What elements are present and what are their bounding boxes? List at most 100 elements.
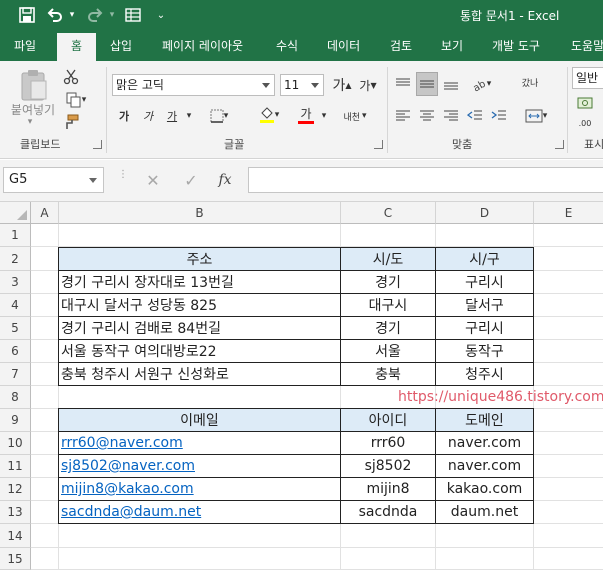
table-cell[interactable]: 경기 구리시 장자대로 13번길: [58, 270, 341, 294]
row-header[interactable]: 3: [0, 271, 31, 294]
table-cell[interactable]: 경기: [340, 270, 436, 294]
column-header-b[interactable]: B: [59, 202, 341, 224]
table-cell[interactable]: mijin8: [340, 477, 436, 501]
table-cell[interactable]: 구리시: [435, 270, 534, 294]
tab-file[interactable]: 파일: [14, 31, 36, 61]
cut-icon[interactable]: [60, 66, 82, 88]
font-launcher-icon[interactable]: [374, 140, 383, 149]
tab-formulas[interactable]: 수식: [276, 31, 298, 61]
table1-header-address[interactable]: 주소: [58, 247, 341, 271]
table-cell[interactable]: 구리시: [435, 316, 534, 340]
table-cell[interactable]: 경기 구리시 검배로 84번길: [58, 316, 341, 340]
formula-bar-grip[interactable]: ⋮: [118, 170, 128, 187]
row-header[interactable]: 13: [0, 501, 31, 524]
row-header[interactable]: 1: [0, 224, 31, 247]
column-header-d[interactable]: D: [436, 202, 534, 224]
column-header-e[interactable]: E: [534, 202, 603, 224]
font-size-combo[interactable]: 11: [280, 74, 324, 96]
currency-icon[interactable]: [574, 93, 596, 113]
tab-help[interactable]: 도움말: [571, 31, 603, 61]
tab-home[interactable]: 홈: [57, 31, 97, 61]
bold-button[interactable]: 가: [114, 105, 134, 127]
font-color-dropdown-icon[interactable]: ▾: [318, 105, 330, 127]
row-header[interactable]: 6: [0, 340, 31, 363]
clipboard-launcher-icon[interactable]: [93, 140, 102, 149]
undo-dropdown-icon[interactable]: ▾: [66, 4, 78, 26]
formula-input[interactable]: [248, 167, 603, 193]
decrease-indent-icon[interactable]: [464, 105, 486, 127]
tab-insert[interactable]: 삽입: [110, 31, 132, 61]
table-cell[interactable]: 달서구: [435, 293, 534, 317]
row-header[interactable]: 15: [0, 548, 31, 570]
table-cell[interactable]: 충북: [340, 362, 436, 386]
align-middle-icon[interactable]: [416, 72, 438, 96]
table-cell[interactable]: 서울: [340, 339, 436, 363]
tab-view[interactable]: 보기: [441, 31, 463, 61]
row-header[interactable]: 4: [0, 294, 31, 317]
table2-header-domain[interactable]: 도메인: [435, 408, 534, 432]
wrap-text-button[interactable]: 갔나: [515, 71, 545, 97]
table-cell[interactable]: naver.com: [435, 454, 534, 478]
paste-dropdown-icon[interactable]: ▾: [23, 117, 37, 127]
cancel-icon[interactable]: ✕: [134, 171, 172, 190]
email-link[interactable]: sj8502@naver.com: [61, 458, 195, 474]
table2-header-id[interactable]: 아이디: [340, 408, 436, 432]
align-left-icon[interactable]: [392, 105, 414, 127]
table1-header-province[interactable]: 시/도: [340, 247, 436, 271]
shrink-font-button[interactable]: 가 ▼: [358, 75, 378, 95]
email-link[interactable]: sacdnda@daum.net: [61, 504, 201, 520]
table-cell[interactable]: 동작구: [435, 339, 534, 363]
table-cell[interactable]: sacdnda: [340, 500, 436, 524]
select-all-button[interactable]: [0, 202, 31, 224]
table-cell[interactable]: 서울 동작구 여의대방로22: [58, 339, 341, 363]
table-cell[interactable]: sacdnda@daum.net: [58, 500, 341, 524]
table-cell[interactable]: 대구시 달서구 성당동 825: [58, 293, 341, 317]
align-right-icon[interactable]: [440, 105, 462, 127]
form-icon[interactable]: [122, 4, 144, 26]
row-header[interactable]: 10: [0, 432, 31, 455]
insert-function-button[interactable]: fx: [210, 172, 240, 188]
row-header[interactable]: 8: [0, 386, 31, 409]
borders-icon[interactable]: ▾: [204, 105, 234, 127]
redo-icon[interactable]: [84, 4, 106, 26]
table-cell[interactable]: mijin8@kakao.com: [58, 477, 341, 501]
customize-icon[interactable]: ⌄: [152, 4, 170, 26]
table-cell[interactable]: kakao.com: [435, 477, 534, 501]
enter-icon[interactable]: ✓: [172, 171, 210, 190]
tab-review[interactable]: 검토: [390, 31, 412, 61]
table-cell[interactable]: daum.net: [435, 500, 534, 524]
tab-page-layout[interactable]: 페이지 레이아웃: [162, 31, 243, 61]
table2-header-email[interactable]: 이메일: [58, 408, 341, 432]
row-header[interactable]: 12: [0, 478, 31, 501]
grow-font-button[interactable]: 가 ▲: [332, 75, 352, 95]
fill-color-icon[interactable]: ▾: [254, 103, 284, 127]
table-cell[interactable]: sj8502@naver.com: [58, 454, 341, 478]
number-format-combo[interactable]: 일반: [572, 67, 603, 89]
tab-developer[interactable]: 개발 도구: [492, 31, 540, 61]
table-cell[interactable]: 충북 청주시 서원구 신성화로: [58, 362, 341, 386]
table-cell[interactable]: 경기: [340, 316, 436, 340]
column-header-a[interactable]: A: [31, 202, 59, 224]
paste-button[interactable]: 붙여넣기: [6, 101, 60, 117]
table-cell[interactable]: sj8502: [340, 454, 436, 478]
copy-icon[interactable]: ▾: [60, 89, 92, 111]
table-cell[interactable]: 대구시: [340, 293, 436, 317]
paste-icon[interactable]: [14, 67, 54, 103]
align-center-icon[interactable]: [416, 105, 438, 127]
redo-dropdown-icon[interactable]: ▾: [106, 4, 118, 26]
decimal-icon[interactable]: .00: [574, 115, 596, 131]
email-link[interactable]: mijin8@kakao.com: [61, 481, 194, 497]
row-header[interactable]: 14: [0, 524, 31, 548]
underline-dropdown-icon[interactable]: ▾: [182, 105, 196, 127]
row-header[interactable]: 11: [0, 455, 31, 478]
save-icon[interactable]: [16, 4, 38, 26]
table-cell[interactable]: 청주시: [435, 362, 534, 386]
row-header[interactable]: 7: [0, 363, 31, 386]
email-link[interactable]: rrr60@naver.com: [61, 435, 183, 451]
table-cell[interactable]: rrr60: [340, 431, 436, 455]
increase-indent-icon[interactable]: [488, 105, 510, 127]
name-box[interactable]: G5: [3, 167, 104, 193]
table-cell[interactable]: rrr60@naver.com: [58, 431, 341, 455]
alignment-launcher-icon[interactable]: [555, 140, 564, 149]
row-header[interactable]: 2: [0, 247, 31, 271]
